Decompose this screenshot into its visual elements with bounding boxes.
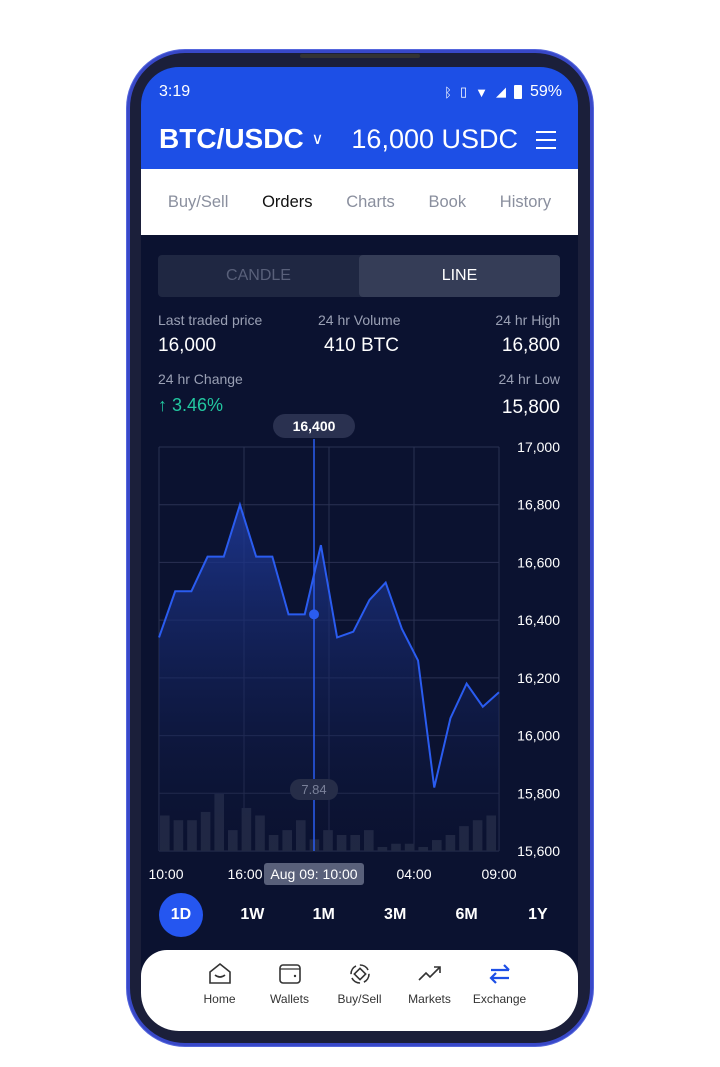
buy-sell-icon <box>349 964 370 984</box>
tab-bar: Buy/Sell Orders Charts Book History <box>141 169 578 235</box>
vibrate-icon: ▯ <box>459 84 468 99</box>
app-screen: 3:19 ᛒ ▯ ▼ ◢ 59% BTC/USDC ∨ 16,000 USDC B… <box>141 67 578 1031</box>
tab-buy-sell[interactable]: Buy/Sell <box>168 193 229 212</box>
candle-button[interactable]: CANDLE <box>158 255 359 297</box>
x-tick-label: 09:00 <box>481 866 516 882</box>
range-3m[interactable]: 3M <box>373 893 417 937</box>
time-tooltip: Aug 09: 10:00 <box>270 866 357 882</box>
status-time: 3:19 <box>159 83 191 100</box>
change-label: 24 hr Change <box>158 371 243 387</box>
range-1d[interactable]: 1D <box>159 893 203 937</box>
high-value: 16,800 <box>501 335 560 356</box>
nav-label: Home <box>203 992 236 1006</box>
pair-label: BTC/USDC <box>159 123 304 154</box>
trend-up-icon <box>417 966 441 981</box>
battery-icon <box>513 85 522 99</box>
tab-orders[interactable]: Orders <box>262 193 312 212</box>
x-tick-label: 16:00 <box>227 866 262 882</box>
volume-label: 24 hr Volume <box>318 312 401 328</box>
y-tick-label: 16,800 <box>517 497 560 513</box>
line-button[interactable]: LINE <box>359 255 560 297</box>
range-1y[interactable]: 1Y <box>516 893 560 937</box>
y-tick-label: 16,200 <box>517 670 560 686</box>
high-label: 24 hr High <box>495 312 560 328</box>
speaker-grille <box>300 54 420 58</box>
x-tick-label: 04:00 <box>396 866 431 882</box>
battery-percent: 59% <box>529 83 562 100</box>
tab-book[interactable]: Book <box>428 193 466 212</box>
app-header: 3:19 ᛒ ▯ ▼ ◢ 59% BTC/USDC ∨ 16,000 USDC <box>141 67 578 169</box>
nav-wallets[interactable]: Wallets <box>265 962 315 1031</box>
menu-icon[interactable] <box>536 131 556 155</box>
price-tooltip: 16,400 <box>293 418 336 434</box>
range-6m[interactable]: 6M <box>445 893 489 937</box>
bluetooth-icon: ᛒ <box>444 84 452 100</box>
range-1m[interactable]: 1M <box>302 893 346 937</box>
last-price: 16,000 <box>158 335 217 356</box>
price-chart[interactable]: 17,000 16,800 16,600 16,400 16,200 16,000 15,8… <box>141 412 578 892</box>
exchange-icon <box>488 964 510 984</box>
nav-label: Exchange <box>472 992 527 1006</box>
volume-tooltip: 7.84 <box>301 782 326 797</box>
y-tick-label: 15,800 <box>517 785 560 801</box>
nav-buy-sell[interactable]: Buy/Sell <box>335 962 385 1031</box>
nav-label: Wallets <box>270 992 309 1006</box>
home-icon <box>208 962 231 984</box>
nav-label: Markets <box>408 992 451 1006</box>
y-tick-label: 16,000 <box>517 728 560 744</box>
nav-label: Buy/Sell <box>337 992 382 1006</box>
y-tick-label: 16,400 <box>517 612 560 628</box>
tab-history[interactable]: History <box>500 193 551 212</box>
status-bar: 3:19 ᛒ ▯ ▼ ◢ 59% <box>159 83 562 101</box>
range-selector: 1D 1W 1M 3M 6M 1Y <box>159 893 560 937</box>
last-price-label: Last traded price <box>158 312 263 328</box>
low-label: 24 hr Low <box>498 371 560 387</box>
bottom-nav: Home Wallets Buy/Sell Markets Exchange <box>141 950 578 1031</box>
y-tick-label: 17,000 <box>517 439 560 455</box>
crosshair-point <box>309 609 319 620</box>
chart-type-toggle: CANDLE LINE <box>158 255 560 297</box>
nav-markets[interactable]: Markets <box>405 962 455 1031</box>
nav-exchange[interactable]: Exchange <box>472 962 527 1031</box>
wallet-icon <box>278 964 301 984</box>
pair-selector[interactable]: BTC/USDC ∨ <box>159 123 323 155</box>
signal-icon: ◢ <box>495 84 506 99</box>
y-tick-label: 16,600 <box>517 554 560 570</box>
volume-value: 410 BTC <box>324 335 399 356</box>
wifi-icon: ▼ <box>475 84 488 100</box>
range-1w[interactable]: 1W <box>230 893 274 937</box>
y-tick-label: 15,600 <box>517 843 560 859</box>
tab-charts[interactable]: Charts <box>346 193 395 212</box>
nav-home[interactable]: Home <box>195 962 245 1031</box>
x-tick-label: 10:00 <box>148 866 183 882</box>
balance: 16,000 USDC <box>351 124 518 154</box>
chevron-down-icon: ∨ <box>311 131 324 148</box>
